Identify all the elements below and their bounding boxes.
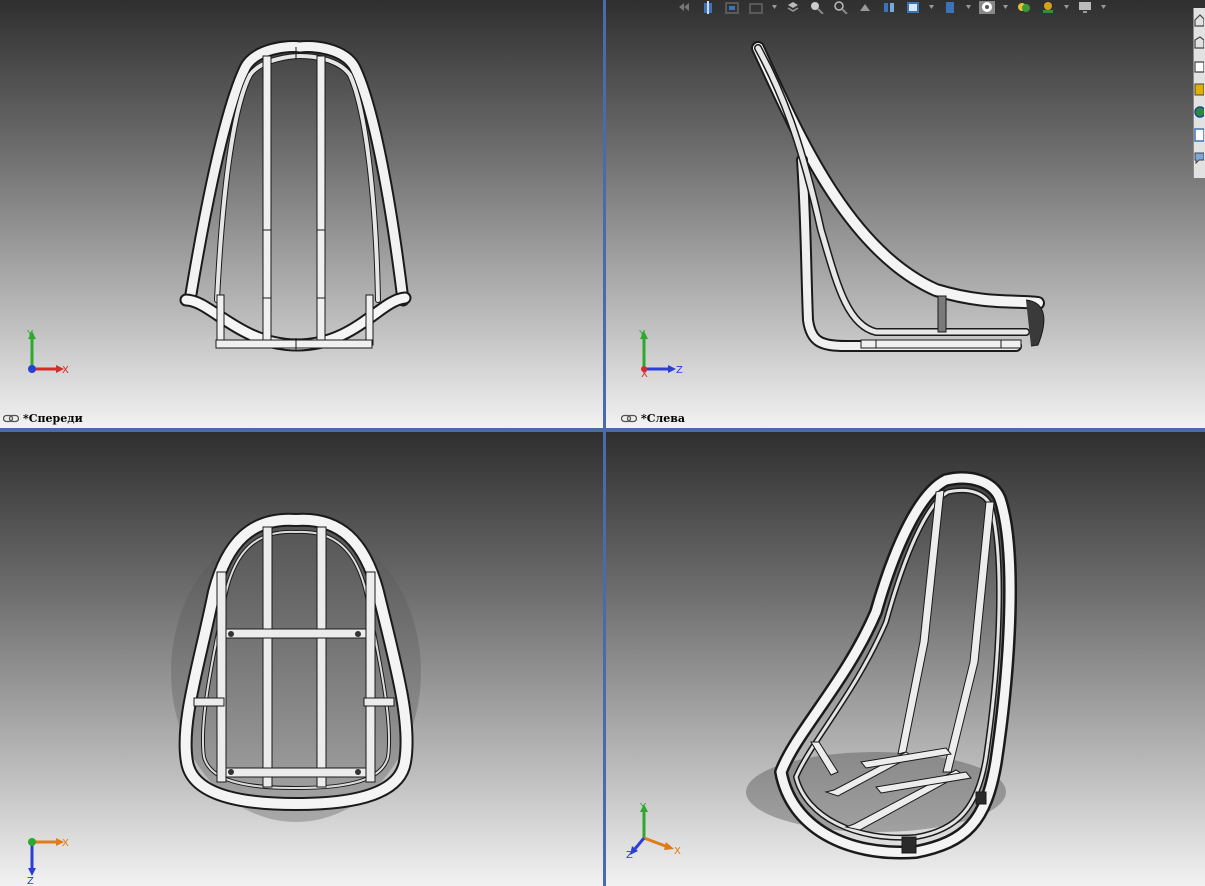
- hide-show-icon[interactable]: [785, 1, 801, 14]
- viewport-divider-vertical[interactable]: [603, 0, 606, 886]
- axis-y-label: Y: [26, 329, 34, 340]
- standard-views-icon[interactable]: [881, 1, 897, 14]
- task-pane-tabs: [1193, 8, 1205, 178]
- seat-frame-top-model: [171, 512, 421, 822]
- monitor-icon[interactable]: [1077, 1, 1093, 14]
- zoom-area-icon[interactable]: [833, 0, 849, 14]
- axis-x-label: X: [62, 838, 69, 849]
- viewport-left[interactable]: Y Z X *Слева: [606, 0, 1205, 428]
- view-palette-icon[interactable]: [1194, 79, 1204, 99]
- custom-properties-icon[interactable]: [1194, 125, 1204, 145]
- triad-left: Y Z X: [638, 329, 683, 380]
- heads-up-view-toolbar: [676, 0, 1106, 14]
- viewport-top[interactable]: X Z: [0, 432, 603, 886]
- forum-icon[interactable]: [1194, 148, 1204, 168]
- axis-x-label: X: [674, 846, 681, 857]
- rotate-icon[interactable]: [857, 1, 873, 14]
- viewport-front-title[interactable]: *Спереди: [3, 412, 83, 425]
- axis-z-label: Z: [676, 365, 683, 376]
- link-view-icon: [621, 414, 637, 423]
- dropdown-arrow-icon[interactable]: [966, 1, 971, 14]
- viewport-front-label: *Спереди: [23, 412, 83, 425]
- dropdown-arrow-icon[interactable]: [1003, 1, 1008, 14]
- viewport-front[interactable]: Y X *Спереди: [0, 0, 603, 428]
- appearance-icon[interactable]: [1016, 1, 1032, 14]
- render-tools-icon[interactable]: [979, 0, 995, 14]
- view-orientation-icon[interactable]: [724, 1, 740, 14]
- axis-x-label: X: [641, 369, 648, 380]
- viewport-left-label: *Слева: [641, 412, 686, 425]
- viewport-divider-horizontal[interactable]: [0, 428, 1205, 432]
- design-library-icon[interactable]: [1194, 33, 1204, 53]
- home-icon[interactable]: [1194, 10, 1204, 30]
- axis-z-label: Z: [626, 850, 633, 860]
- appearances-icon[interactable]: [1194, 102, 1204, 122]
- seat-frame-front-model: [179, 40, 412, 352]
- dropdown-arrow-icon[interactable]: [1064, 1, 1069, 14]
- axis-z-label: Z: [27, 876, 34, 886]
- viewport-left-title[interactable]: *Слева: [621, 412, 685, 425]
- zoom-to-fit-icon[interactable]: [942, 1, 958, 14]
- triad-front: Y X: [26, 329, 69, 376]
- triad-iso: Y X Z: [626, 802, 681, 860]
- viewport-isometric[interactable]: Y X Z: [606, 432, 1205, 886]
- section-view-icon[interactable]: [700, 0, 716, 14]
- axis-x-label: X: [62, 365, 69, 376]
- file-explorer-icon[interactable]: [1194, 56, 1204, 76]
- view-settings-icon[interactable]: [905, 1, 921, 14]
- dropdown-arrow-icon[interactable]: [772, 1, 777, 14]
- previous-view-icon[interactable]: [676, 1, 692, 14]
- dropdown-arrow-icon[interactable]: [1101, 1, 1106, 14]
- edit-appearance-icon[interactable]: [809, 1, 825, 14]
- dropdown-arrow-icon[interactable]: [929, 1, 934, 14]
- axis-y-label: Y: [638, 329, 646, 340]
- link-view-icon: [3, 414, 19, 423]
- triad-top: X Z: [27, 838, 69, 886]
- display-style-icon[interactable]: [748, 1, 764, 14]
- axis-y-label: Y: [639, 802, 647, 813]
- scene-icon[interactable]: [1040, 1, 1056, 14]
